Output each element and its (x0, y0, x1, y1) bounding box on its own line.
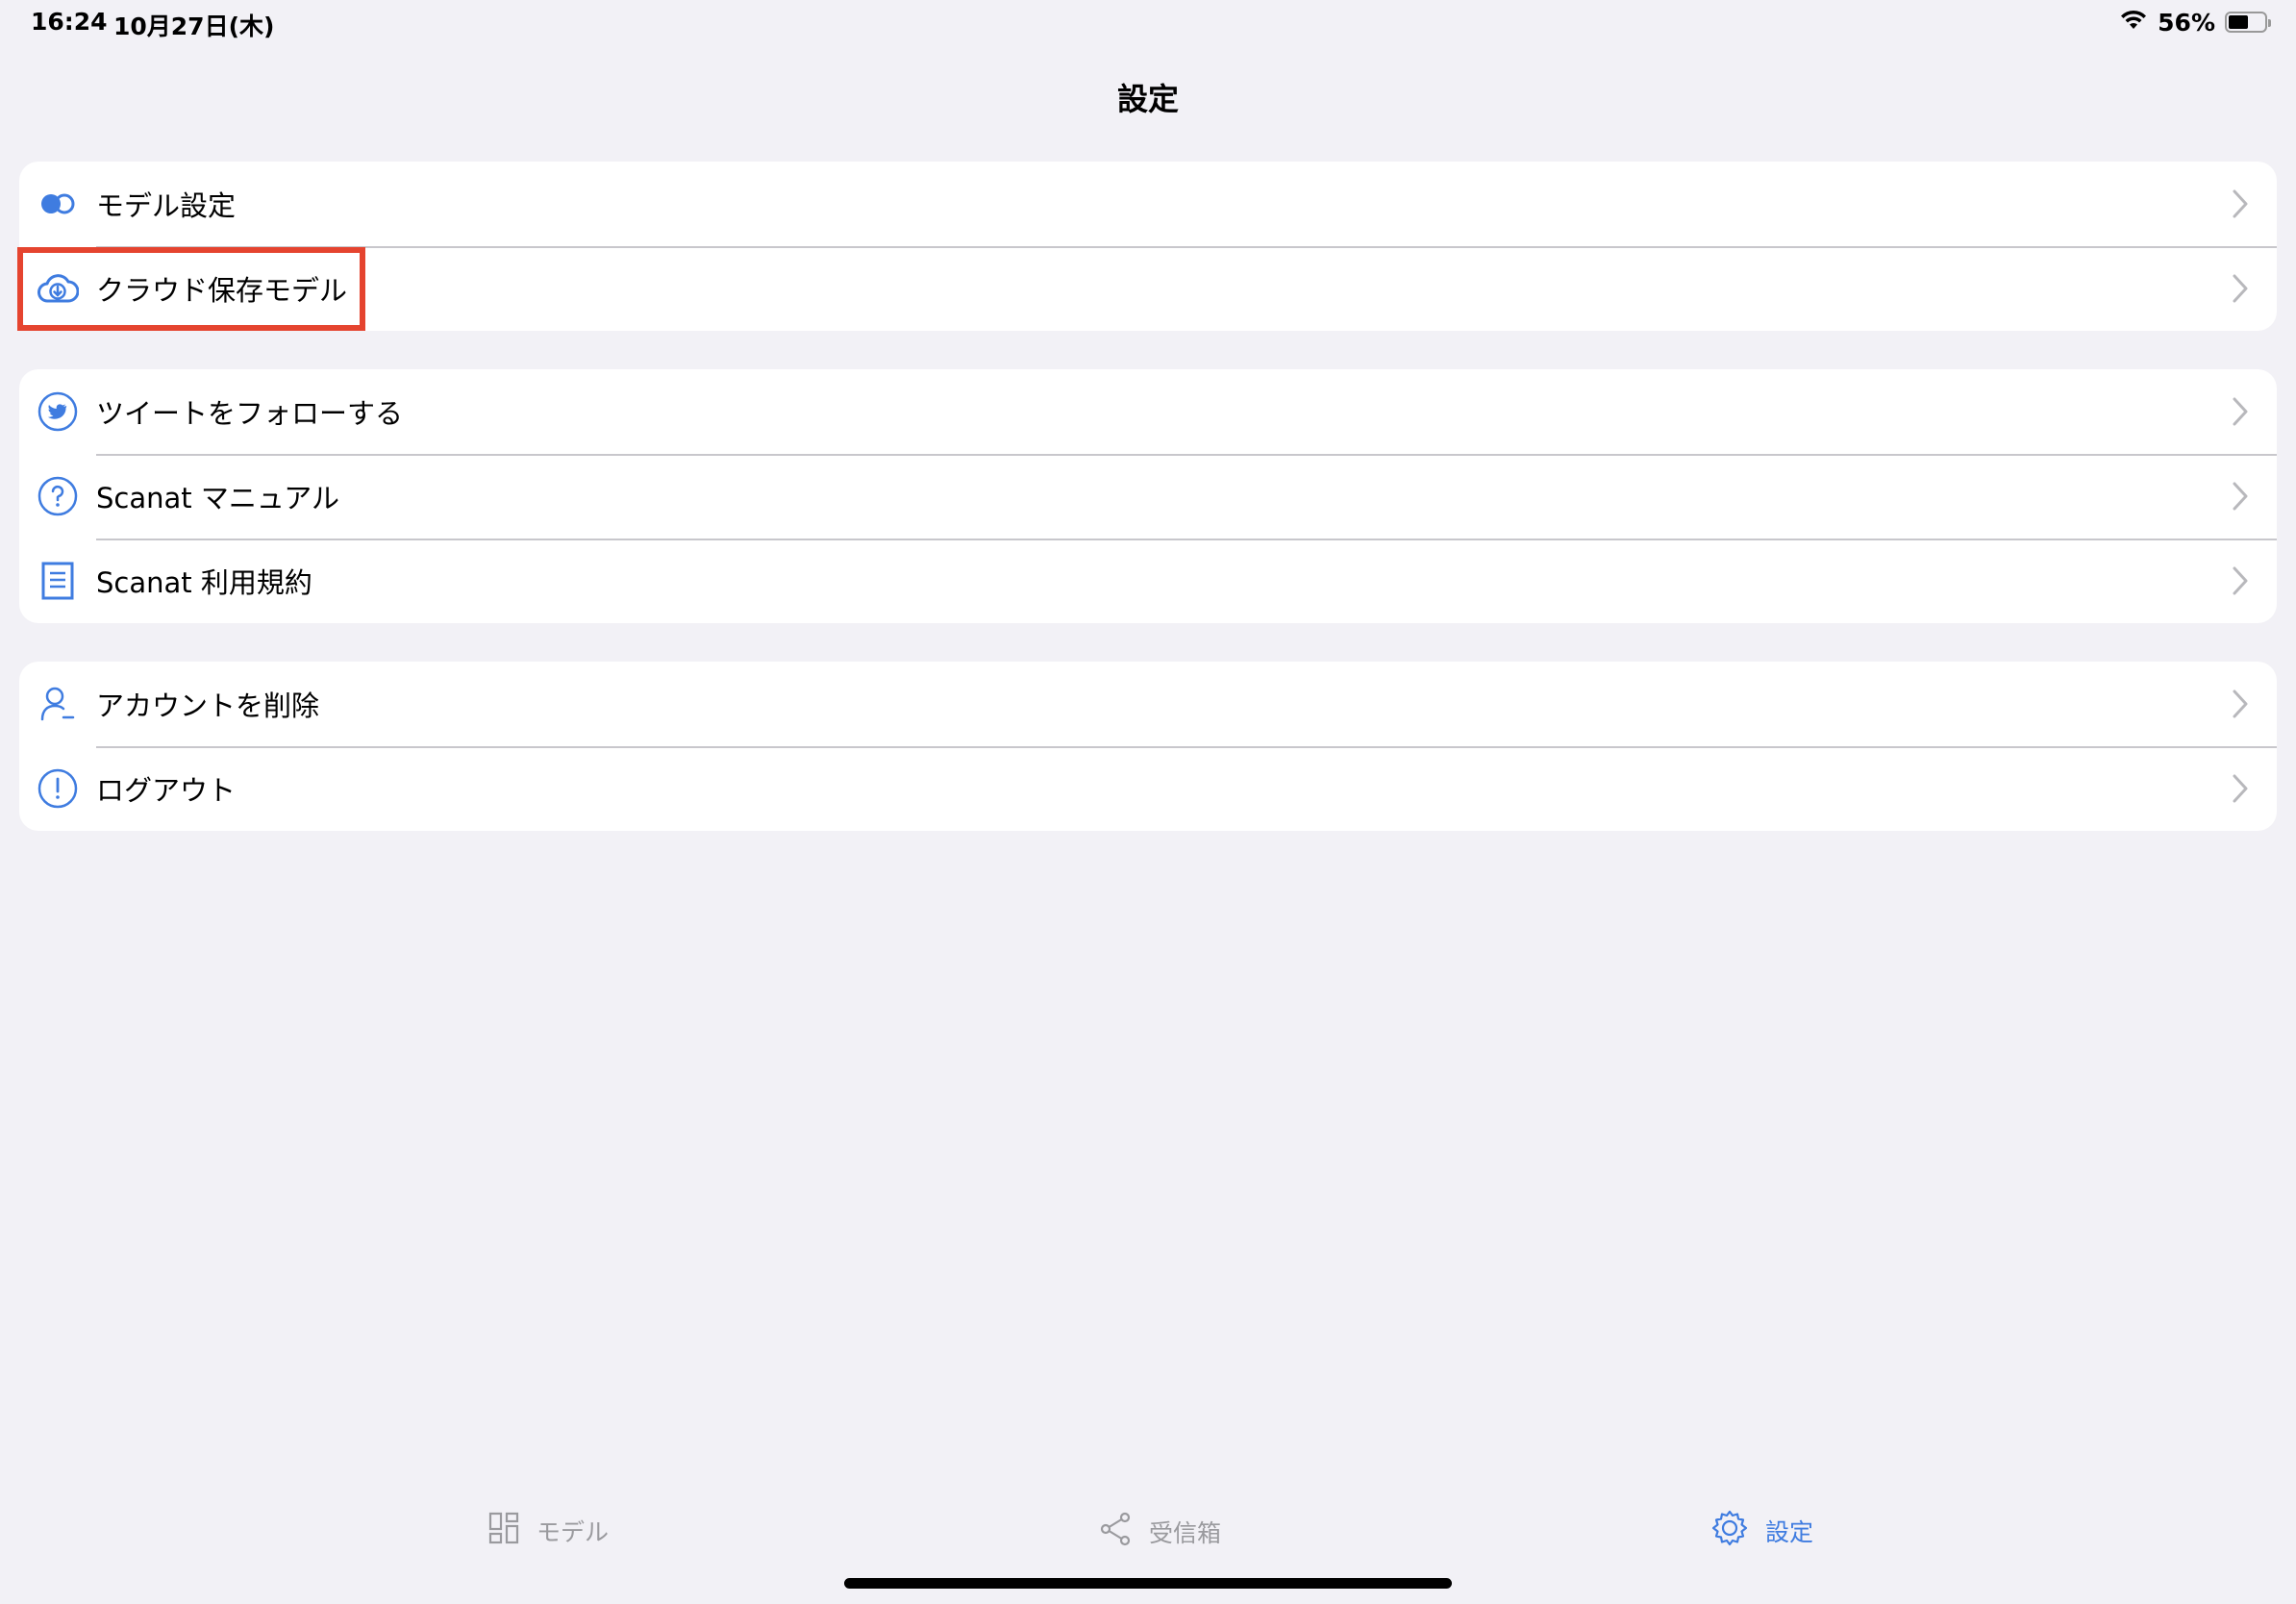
chevron-right-icon (2217, 746, 2263, 831)
alert-circle-icon (19, 746, 96, 831)
row-model-settings[interactable]: モデル設定 (19, 162, 2277, 246)
row-cloud-models[interactable]: クラウド保存モデル (19, 246, 2277, 331)
tab-label: モデル (537, 1518, 610, 1546)
wifi-icon (2119, 8, 2148, 37)
twitter-icon (19, 369, 96, 454)
row-label: アカウントを削除 (96, 689, 320, 722)
help-circle-icon (19, 454, 96, 539)
row-logout[interactable]: ログアウト (19, 746, 2277, 831)
settings-group-account: アカウントを削除 ログアウト (19, 662, 2277, 831)
status-bar: 16:24 10月27日(木) 56% (0, 0, 2296, 46)
row-follow-tweets[interactable]: ツイートをフォローする (19, 369, 2277, 454)
home-indicator[interactable] (844, 1578, 1452, 1589)
row-label: Scanat マニュアル (96, 482, 339, 514)
battery-icon (2225, 12, 2271, 33)
tab-settings[interactable]: 設定 (1711, 1510, 1813, 1552)
tab-bar: モデル 受信箱 設定 (0, 1491, 2296, 1567)
status-date: 10月27日(木) (113, 13, 275, 40)
row-label: クラウド保存モデル (96, 274, 348, 307)
cloud-download-icon (19, 246, 96, 331)
settings-group-model: モデル設定 クラウド保存モデル (19, 162, 2277, 331)
status-indicators: 56% (2119, 8, 2271, 37)
row-label: Scanat 利用規約 (96, 566, 312, 599)
row-manual[interactable]: Scanat マニュアル (19, 454, 2277, 539)
tab-label: 受信箱 (1149, 1519, 1222, 1547)
chevron-right-icon (2217, 246, 2263, 331)
row-terms[interactable]: Scanat 利用規約 (19, 539, 2277, 623)
row-delete-account[interactable]: アカウントを削除 (19, 662, 2277, 746)
settings-group-info: ツイートをフォローする Scanat マニュアル Scanat 利用規約 (19, 369, 2277, 623)
chevron-right-icon (2217, 162, 2263, 246)
tab-models[interactable]: モデル (488, 1512, 609, 1550)
row-label: モデル設定 (96, 189, 237, 222)
status-time: 16:24 (31, 8, 108, 36)
row-label: ツイートをフォローする (96, 397, 404, 430)
chevron-right-icon (2217, 454, 2263, 539)
share-icon (1099, 1512, 1132, 1552)
chevron-right-icon (2217, 662, 2263, 746)
tab-inbox[interactable]: 受信箱 (1099, 1512, 1221, 1552)
toggle-icon (19, 162, 96, 246)
chevron-right-icon (2217, 539, 2263, 623)
page-title: 設定 (1116, 81, 1179, 117)
gear-icon (1711, 1510, 1748, 1552)
grid-icon (488, 1512, 519, 1550)
row-label: ログアウト (96, 774, 237, 807)
battery-percent: 56% (2158, 8, 2215, 37)
tab-label: 設定 (1765, 1518, 1814, 1546)
chevron-right-icon (2217, 369, 2263, 454)
document-icon (19, 539, 96, 623)
person-remove-icon (19, 662, 96, 746)
battery-fill (2229, 15, 2249, 29)
